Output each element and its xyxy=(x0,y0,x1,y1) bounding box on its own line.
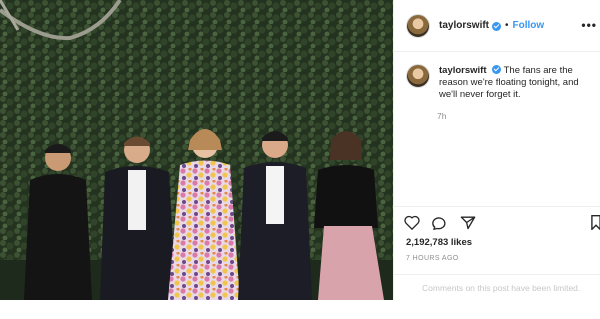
action-icons xyxy=(404,215,476,230)
bookmark-icon[interactable] xyxy=(591,215,600,230)
post-caption: taylorswift The fans are the reason we'r… xyxy=(406,64,596,101)
post-actions: 2,192,783 likes 7 HOURS AGO Comments on … xyxy=(394,206,600,300)
avatar[interactable] xyxy=(406,13,430,38)
heart-icon[interactable] xyxy=(404,215,420,230)
post-sidebar: taylorswift • Follow ••• taylorswift The… xyxy=(393,0,600,300)
caption-username[interactable]: taylorswift xyxy=(439,65,487,76)
share-icon[interactable] xyxy=(460,215,476,230)
caption-verified-badge-icon xyxy=(492,65,502,74)
comments-limited-notice: Comments on this post have been limited. xyxy=(394,274,600,301)
post-photo[interactable] xyxy=(0,0,393,300)
post-age: 7 HOURS AGO xyxy=(406,255,459,262)
group-photo-image xyxy=(0,0,393,300)
comment-icon[interactable] xyxy=(432,215,448,230)
caption-avatar[interactable] xyxy=(406,64,430,88)
follow-button[interactable]: Follow xyxy=(513,20,545,31)
verified-badge-icon xyxy=(492,22,502,31)
bottom-margin xyxy=(0,300,600,319)
likes-count[interactable]: 2,192,783 likes xyxy=(406,237,472,248)
instagram-post: taylorswift • Follow ••• taylorswift The… xyxy=(0,0,600,300)
separator-dot: • xyxy=(505,20,509,31)
more-options-icon[interactable]: ••• xyxy=(581,18,597,32)
post-header: taylorswift • Follow ••• xyxy=(394,0,600,52)
caption-text: taylorswift The fans are the reason we'r… xyxy=(439,64,596,101)
header-username[interactable]: taylorswift xyxy=(439,20,489,31)
caption-timestamp: 7h xyxy=(437,111,447,121)
